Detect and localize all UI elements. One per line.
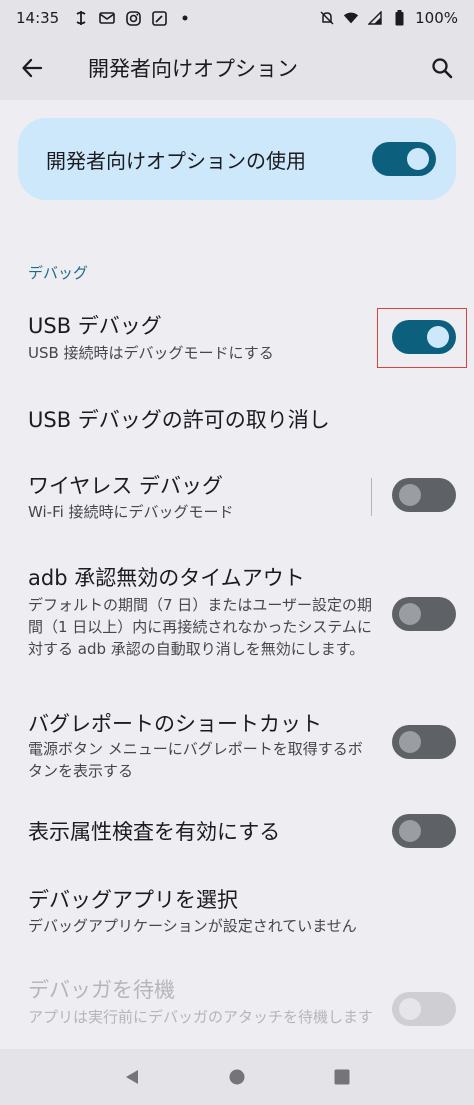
nav-back-icon	[126, 1070, 139, 1084]
more-notifications-dot-icon	[177, 10, 193, 26]
pref-title: デバッガを待機	[28, 978, 175, 1002]
nav-back-button[interactable]	[112, 1057, 152, 1097]
toggle-knob	[407, 148, 429, 170]
toggle-knob	[399, 484, 421, 506]
pref-adb-auth-timeout[interactable]: adb 承認無効のタイムアウト デフォルトの期間（7 日）またはユーザー設定の期…	[0, 556, 474, 674]
toggle-knob	[399, 998, 421, 1020]
status-bar: 14:35 100%	[0, 0, 474, 36]
edit-notification-icon	[151, 10, 167, 26]
pref-select-debug-app[interactable]: デバッグアプリを選択 デバッグアプリケーションが設定されていません	[0, 880, 474, 952]
pref-summary: アプリは実行前にデバッガのアタッチを待機します	[28, 1008, 374, 1026]
pref-title: USB デバッグ	[28, 314, 162, 338]
search-icon	[432, 58, 453, 79]
back-button[interactable]	[0, 36, 64, 100]
adb-auth-timeout-toggle[interactable]	[392, 597, 456, 631]
pref-bugreport-shortcut[interactable]: バグレポートのショートカット 電源ボタン メニューにバグレポートを取得するボタン…	[0, 702, 474, 788]
pref-title: ワイヤレス デバッグ	[28, 474, 224, 498]
instagram-notification-icon	[125, 10, 141, 26]
pref-summary: USB 接続時はデバッグモードにする	[28, 344, 274, 362]
pref-summary: Wi-Fi 接続時にデバッグモード	[28, 503, 234, 521]
pref-wireless-debugging[interactable]: ワイヤレス デバッグ Wi-Fi 接続時にデバッグモード	[0, 464, 474, 536]
wait-for-debugger-toggle	[392, 992, 456, 1026]
nav-home-icon	[229, 1069, 245, 1085]
sync-notification-icon	[73, 10, 89, 26]
app-bar: 開発者向けオプション	[0, 36, 474, 100]
bugreport-shortcut-toggle[interactable]	[392, 725, 456, 759]
main-switch-label: 開発者向けオプションの使用	[46, 148, 306, 173]
pref-title: バグレポートのショートカット	[28, 712, 322, 736]
section-header-debug: デバッグ	[28, 264, 89, 282]
toggle-knob	[399, 731, 421, 753]
pref-title: adb 承認無効のタイムアウト	[28, 566, 305, 590]
battery-level: 100%	[415, 9, 458, 27]
search-button[interactable]	[410, 36, 474, 100]
nav-recents-icon	[334, 1069, 350, 1085]
pref-title: 表示属性検査を有効にする	[28, 820, 281, 844]
vertical-divider	[371, 478, 372, 516]
status-time: 14:35	[16, 9, 60, 27]
pref-summary: デバッグアプリケーションが設定されていません	[28, 917, 357, 935]
highlight-annotation	[377, 308, 467, 368]
system-nav-bar	[0, 1049, 474, 1105]
view-attribute-inspection-toggle[interactable]	[392, 814, 456, 848]
mail-notification-icon	[99, 10, 116, 26]
status-left: 14:35	[16, 9, 193, 27]
wifi-icon	[343, 10, 359, 26]
toggle-knob	[399, 820, 421, 842]
pref-summary: デフォルトの期間（7 日）またはユーザー設定の期間（1 日以上）内に再接続されな…	[28, 596, 373, 658]
mute-bell-icon	[319, 10, 335, 26]
battery-icon	[391, 10, 407, 26]
toggle-knob	[399, 603, 421, 625]
wireless-debugging-toggle[interactable]	[392, 478, 456, 512]
developer-options-main-switch[interactable]: 開発者向けオプションの使用	[18, 118, 456, 200]
page-title: 開発者向けオプション	[88, 57, 298, 81]
main-switch-toggle[interactable]	[372, 142, 436, 176]
pref-revoke-usb-auth[interactable]: USB デバッグの許可の取り消し	[0, 392, 474, 442]
back-arrow-icon	[22, 58, 43, 78]
pref-summary: 電源ボタン メニューにバグレポートを取得するボタンを表示する	[28, 740, 363, 780]
status-right: 100%	[319, 9, 458, 27]
signal-icon	[367, 10, 383, 26]
pref-wait-for-debugger: デバッガを待機 アプリは実行前にデバッガのアタッチを待機します	[0, 970, 474, 1048]
nav-recents-button[interactable]	[322, 1057, 362, 1097]
nav-home-button[interactable]	[217, 1057, 257, 1097]
pref-view-attribute-inspection[interactable]: 表示属性検査を有効にする	[0, 808, 474, 856]
pref-title: USB デバッグの許可の取り消し	[28, 408, 330, 432]
pref-title: デバッグアプリを選択	[28, 888, 238, 912]
